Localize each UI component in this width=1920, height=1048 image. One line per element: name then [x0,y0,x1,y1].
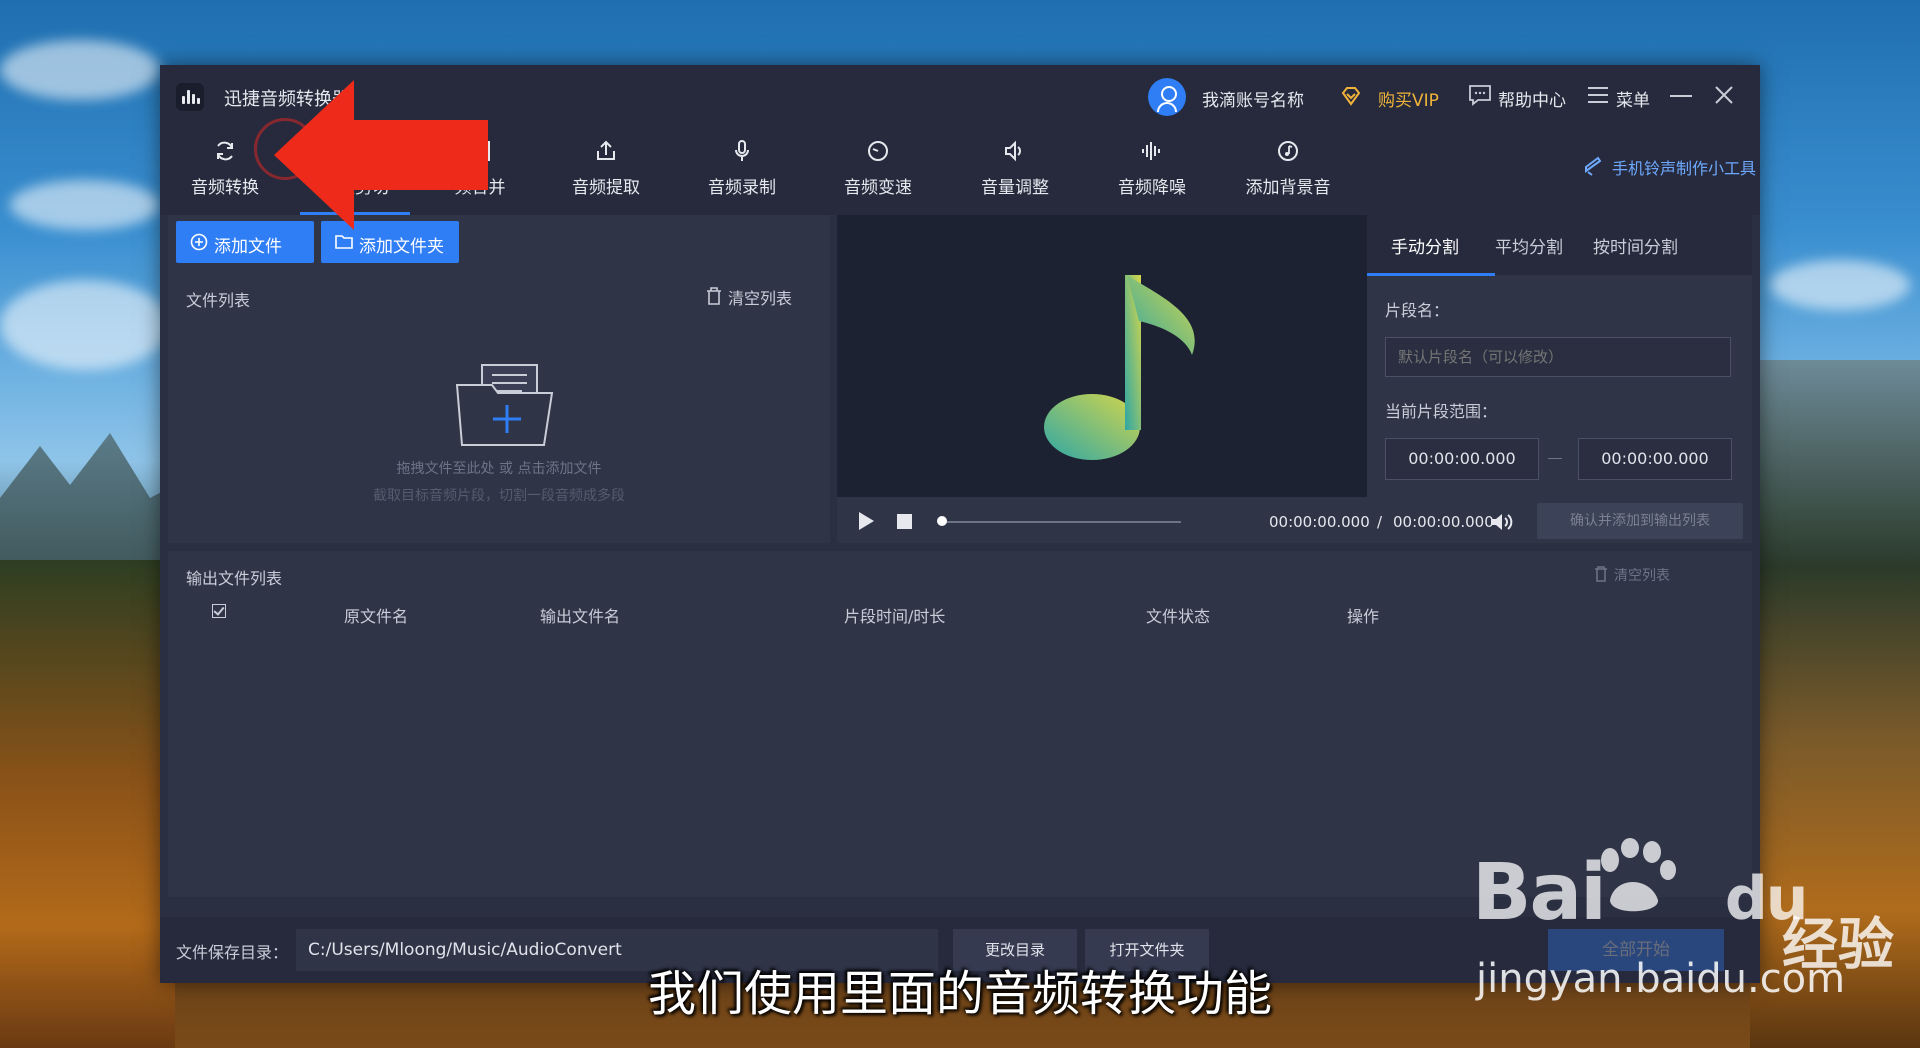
tool-label: 音频变速 [844,178,912,198]
sky-cloud [0,40,160,100]
convert-icon [217,141,233,161]
video-subtitle: 我们使用里面的音频转换功能 [647,966,1272,1022]
range-start-input[interactable]: 00:00:00.000 [1385,438,1539,480]
clear-list-button[interactable]: 清空列表 [728,285,792,309]
help-center-link[interactable]: 帮助中心 [1498,86,1566,111]
tool-add-bg-music[interactable]: 添加背景音 [1223,127,1353,215]
tool-audio-record[interactable]: 音频录制 [677,127,807,215]
drop-hint: 拖拽文件至此处 或 点击添加文件 [396,461,602,477]
tool-audio-speed[interactable]: 音频变速 [813,127,943,215]
user-name[interactable]: 我滴账号名称 [1202,86,1304,111]
red-arrow-annotation [274,80,488,230]
volume-adjust-icon [1005,140,1021,162]
range-end-input[interactable]: 00:00:00.000 [1578,438,1732,480]
segment-range-label: 当前片段范围： [1385,402,1498,421]
stop-icon[interactable] [897,514,912,529]
tab-average-split[interactable]: 平均分割 [1495,233,1563,258]
bg-music-icon [1278,141,1298,161]
help-chat-icon[interactable] [1468,84,1492,106]
column-header: 输出文件名 [540,607,621,626]
minimize-button[interactable] [1670,95,1692,97]
column-header: 文件状态 [1146,607,1211,626]
plus-circle-icon [190,233,208,251]
menu-button[interactable]: 菜单 [1616,86,1650,111]
tool-audio-denoise[interactable]: 音频降噪 [1087,127,1217,215]
column-header: 片段时间/时长 [844,607,946,626]
tool-label: 添加背景音 [1245,178,1331,198]
column-header: 原文件名 [344,607,409,626]
watermark-brand-text: Bai [1472,848,1607,938]
tool-audio-extract[interactable]: 音频提取 [541,127,671,215]
select-all-checkbox[interactable] [212,604,226,618]
range-separator [1548,458,1562,459]
split-mode-tabs: 手动分割 平均分割 按时间分割 [1367,215,1752,275]
progress-handle[interactable] [937,516,947,526]
add-file-label: 添加文件 [214,237,282,257]
time-separator: / [1377,513,1383,531]
user-avatar[interactable] [1148,78,1186,116]
music-note-icon [1044,275,1195,460]
output-list-label: 输出文件列表 [186,569,283,588]
tool-label: 音量调整 [981,178,1049,198]
extract-icon [597,140,615,160]
sky-cloud [1770,260,1910,310]
sky-cloud [0,280,170,370]
file-list-label: 文件列表 [186,291,251,310]
current-time: 00:00:00.000 [1269,513,1370,531]
trash-icon[interactable] [706,287,722,305]
tool-label: 音频提取 [572,178,640,198]
drop-hint-sub: 截取目标音频片段，切割一段音频成多段 [373,488,625,504]
folder-icon [335,235,353,249]
microphone-icon [735,140,749,161]
vip-diamond-icon[interactable] [1340,85,1362,107]
column-header: 操作 [1347,607,1380,626]
sky-cloud [10,180,160,230]
volume-icon[interactable] [1489,511,1515,533]
add-folder-label: 添加文件夹 [359,237,444,257]
ringtone-tool-link[interactable]: 手机铃声制作小工具 [1612,155,1756,179]
tool-label: 音频录制 [708,178,776,198]
app-logo-icon [176,83,204,111]
tab-time-split[interactable]: 按时间分割 [1593,233,1678,258]
split-panel: 手动分割 平均分割 按时间分割 片段名： 当前片段范围： 00:00:00.00… [837,215,1752,543]
confirm-add-output-button[interactable]: 确认并添加到输出列表 [1537,503,1743,539]
play-icon[interactable] [857,511,875,531]
file-panel: 添加文件 添加文件夹 文件列表 清空列表 拖拽文件至此处 或 点击添加文件 截取… [168,215,830,543]
watermark-brand: Bai du [1472,848,1808,938]
speed-icon [868,141,888,161]
ringtone-bell-icon[interactable] [1582,155,1604,177]
tool-volume-adjust[interactable]: 音量调整 [950,127,1080,215]
hamburger-menu-icon[interactable] [1588,87,1608,103]
progress-track[interactable] [943,521,1181,523]
trash-icon[interactable] [1594,566,1608,582]
segment-name-label: 片段名： [1385,301,1450,320]
segment-name-input[interactable] [1385,337,1731,377]
close-icon[interactable] [1712,83,1736,107]
audio-preview [837,215,1367,497]
empty-folder-icon[interactable] [452,355,562,450]
buy-vip-link[interactable]: 购买VIP [1378,86,1439,111]
output-clear-list-button[interactable]: 清空列表 [1614,565,1670,585]
playback-controls: 00:00:00.000 / 00:00:00.000 确认并添加到输出列表 [837,497,1752,543]
total-time: 00:00:00.000 [1393,513,1494,531]
tool-label: 音频降噪 [1118,178,1186,198]
tab-manual-split[interactable]: 手动分割 [1391,233,1459,258]
active-tab-indicator [1367,273,1495,276]
output-panel: 输出文件列表 清空列表 原文件名 输出文件名 片段时间/时长 文件状态 操作 [168,551,1752,897]
denoise-icon [1142,142,1160,160]
